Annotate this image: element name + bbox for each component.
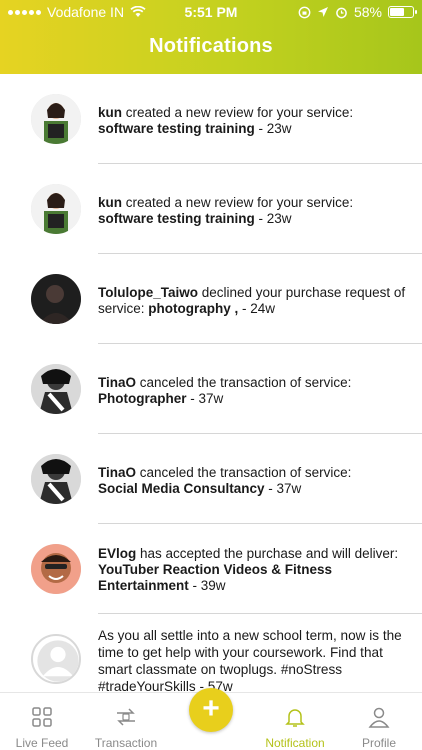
notification-item[interactable]: EVlog has accepted the purchase and will… (0, 524, 422, 614)
notification-text: TinaO canceled the transaction of servic… (98, 465, 410, 497)
notification-time: - 39w (188, 578, 226, 593)
add-button[interactable]: + (189, 688, 233, 732)
notification-message: created a new review for your service: (122, 105, 354, 120)
notification-target[interactable]: Social Media Consultancy (98, 481, 265, 496)
notification-target[interactable]: software testing training (98, 121, 255, 136)
notification-user[interactable]: kun (98, 105, 122, 120)
tab-label: Profile (361, 736, 396, 750)
notification-message: canceled the transaction of service: (136, 375, 352, 390)
user-avatar[interactable] (31, 184, 81, 234)
battery-icon (388, 6, 417, 18)
bell-icon (285, 709, 305, 727)
page-title: Notifications (149, 35, 273, 57)
rotation-lock-icon (298, 6, 311, 18)
notification-time: - 37w (264, 481, 302, 496)
notification-item[interactable]: TinaO canceled the transaction of servic… (0, 434, 422, 524)
tab-transaction[interactable]: Transaction (84, 693, 168, 750)
location-arrow-icon (317, 7, 328, 17)
notification-time: - 37w (186, 391, 224, 406)
notification-message: has accepted the purchase and will deliv… (136, 546, 399, 561)
user-avatar[interactable] (31, 454, 81, 504)
user-avatar[interactable] (31, 94, 81, 144)
notification-text: TinaO canceled the transaction of servic… (98, 375, 410, 407)
notification-message: created a new review for your service: (122, 195, 354, 210)
notification-item[interactable]: As you all settle into a new school term… (0, 614, 422, 692)
notification-item[interactable]: kun created a new review for your servic… (0, 74, 422, 164)
tab-label: Notification (265, 736, 325, 750)
user-icon (368, 707, 390, 728)
grid-icon (32, 707, 52, 727)
notification-user[interactable]: Tolulope_Taiwo (98, 285, 198, 300)
alarm-icon (336, 7, 347, 18)
notification-text: As you all settle into a new school term… (98, 628, 402, 692)
notification-item[interactable]: kun created a new review for your servic… (0, 164, 422, 254)
notification-text: Tolulope_Taiwo declined your purchase re… (98, 285, 410, 317)
notification-user[interactable]: kun (98, 195, 122, 210)
notification-target[interactable]: software testing training (98, 211, 255, 226)
plus-icon: + (202, 692, 220, 725)
notification-time: - 23w (254, 121, 292, 136)
battery-label: 58% (353, 4, 382, 20)
notification-time: - 23w (254, 211, 292, 226)
notification-target[interactable]: Photographer (98, 391, 187, 406)
notification-user[interactable]: EVlog (98, 546, 136, 561)
tab-label: Live Feed (15, 736, 69, 750)
notification-text: kun created a new review for your servic… (98, 105, 410, 137)
user-avatar[interactable] (31, 274, 81, 324)
user-avatar[interactable] (31, 544, 81, 594)
notification-user[interactable]: TinaO (98, 465, 136, 480)
tab-notification[interactable]: Notification (253, 693, 337, 750)
notification-text: kun created a new review for your servic… (98, 195, 410, 227)
notification-text: EVlog has accepted the purchase and will… (98, 546, 410, 594)
status-right: 58% (298, 4, 417, 20)
notification-item[interactable]: Tolulope_Taiwo declined your purchase re… (0, 254, 422, 344)
transaction-icon (117, 708, 135, 726)
notification-item[interactable]: TinaO canceled the transaction of servic… (0, 344, 422, 434)
tab-label: Transaction (94, 736, 158, 750)
notification-user[interactable]: TinaO (98, 375, 136, 390)
tab-live-feed[interactable]: Live Feed (0, 693, 84, 750)
user-avatar[interactable] (31, 364, 81, 414)
notification-message: canceled the transaction of service: (136, 465, 352, 480)
notification-time: - 24w (238, 301, 276, 316)
tab-profile[interactable]: Profile (337, 693, 421, 750)
status-bar: Vodafone IN 5:51 PM 58% (0, 0, 422, 24)
notification-list[interactable]: kun created a new review for your servic… (0, 74, 422, 692)
notification-target[interactable]: photography , (148, 301, 238, 316)
header-bar: Vodafone IN 5:51 PM 58% Notifications (0, 0, 422, 74)
default-avatar-icon[interactable] (31, 634, 81, 684)
